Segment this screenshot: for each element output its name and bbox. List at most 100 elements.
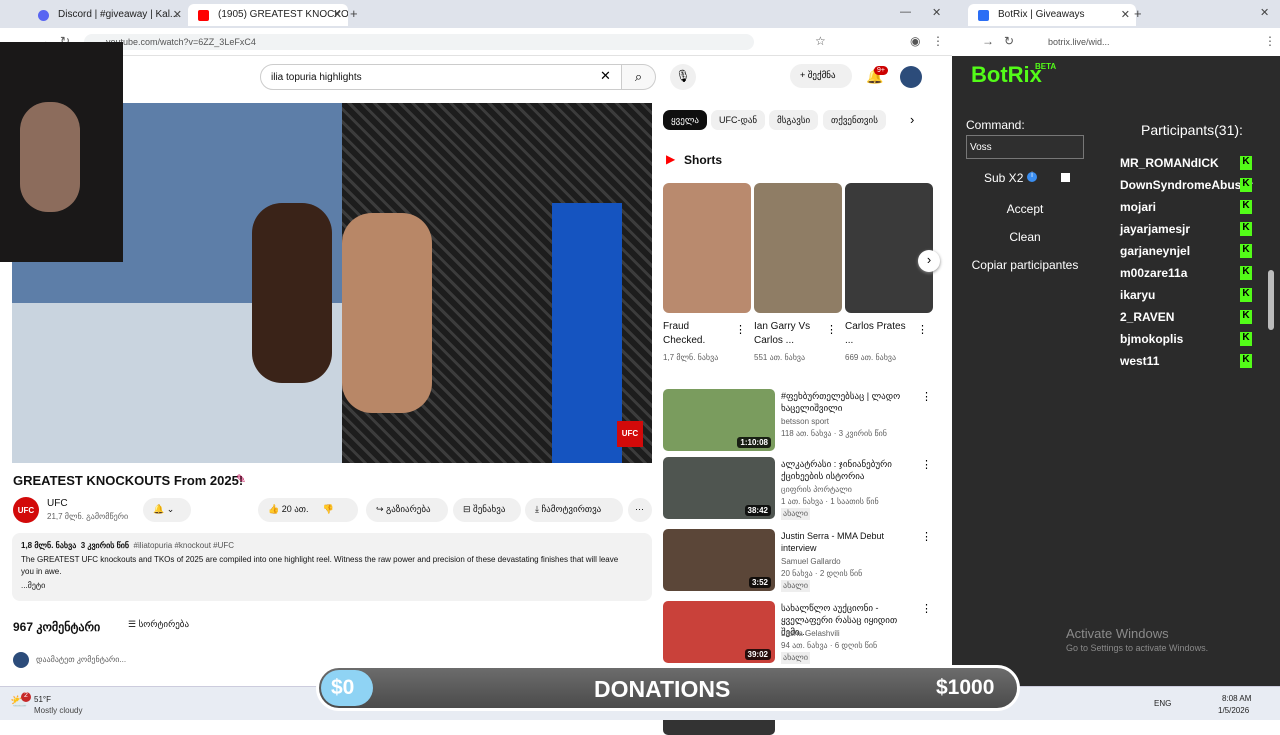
minimize-icon[interactable]: —	[900, 6, 911, 18]
new-tab-icon[interactable]: +	[1134, 6, 1142, 21]
profile-icon[interactable]: ◉	[910, 34, 920, 48]
chip-related[interactable]: მსგავსი	[769, 110, 819, 130]
comments-count: 967 კომენტარი	[13, 620, 101, 634]
more-options-icon[interactable]: ⋮	[921, 458, 932, 471]
related-title[interactable]: #ფეხბურთელებსაც | ლადო ხაცელიშვილი	[781, 390, 916, 414]
close-window-icon[interactable]: ✕	[932, 6, 941, 19]
short-thumbnail[interactable]	[754, 183, 842, 313]
more-options-icon[interactable]: ⋮	[921, 602, 932, 615]
shorts-icon: ▶	[666, 152, 676, 166]
forward-icon[interactable]: →	[982, 34, 994, 48]
related-thumbnail[interactable]: 1:10:08	[663, 389, 775, 451]
related-title[interactable]: ალკატრასი : ჯინიანებური ქციხეების ისტორი…	[781, 458, 916, 482]
related-meta: 20 ნახვა · 2 დღის წინ	[781, 569, 863, 578]
chip-for-you[interactable]: თქვენთვის	[823, 110, 886, 130]
participant-name: west11	[1120, 354, 1160, 368]
search-input[interactable]: ilia topuria highlights	[260, 64, 622, 90]
channel-name[interactable]: UFC	[47, 498, 68, 509]
clear-search-icon[interactable]: ✕	[600, 68, 611, 84]
short-title[interactable]: Ian Garry Vs Carlos ...	[754, 320, 824, 348]
description-box[interactable]: 1,8 მლნ. ნახვა 3 კვირის წინ #iliatopuria…	[12, 533, 652, 601]
clock-date[interactable]: 1/5/2026	[1218, 706, 1249, 715]
weather-text: Mostly cloudy	[34, 706, 83, 715]
search-icon: ⌕	[634, 69, 643, 84]
related-channel[interactable]: Samuel Gallardo	[781, 556, 841, 568]
more-options-icon[interactable]: ⋮	[826, 323, 837, 336]
save-button[interactable]: ⊟ შენახვა	[453, 498, 521, 522]
duration-badge: 3:52	[748, 577, 771, 588]
menu-icon[interactable]: ⋮	[1264, 34, 1276, 48]
download-button[interactable]: ⤓ ჩამოტვირთვა	[525, 498, 623, 522]
participant-row: MR_ROMANdICK K	[1120, 156, 1252, 174]
short-title[interactable]: Carlos Prates ...	[845, 320, 915, 348]
botrix-url[interactable]: botrix.live/wid...	[1048, 37, 1110, 47]
subscribe-bell-button[interactable]: 🔔 ⌄	[143, 498, 191, 522]
mic-icon[interactable]: 🎙	[670, 64, 696, 90]
close-window-icon[interactable]: ✕	[1260, 6, 1269, 19]
related-channel[interactable]: ციფრის პორტალი	[781, 484, 852, 496]
create-button[interactable]: + შექმნა	[790, 64, 852, 88]
sub-x2-checkbox[interactable]	[1061, 173, 1070, 182]
more-options-icon[interactable]: ⋮	[921, 390, 932, 403]
description-text: The GREATEST UFC knockouts and TKOs of 2…	[21, 555, 619, 576]
short-thumbnail[interactable]	[663, 183, 751, 313]
related-channel[interactable]: Lasha Gelashvili	[781, 628, 840, 640]
language-indicator[interactable]: ENG	[1154, 699, 1171, 708]
command-input[interactable]: Voss	[966, 135, 1084, 159]
chip-all[interactable]: ყველა	[663, 110, 707, 130]
copy-participants-button[interactable]: Copiar participantes	[966, 254, 1084, 276]
like-button[interactable]: 👍 20 ათ. 👎	[258, 498, 358, 522]
more-actions-icon[interactable]: ⋯	[628, 498, 652, 522]
url-field[interactable]: youtube.com/watch?v=6ZZ_3LeFxC4	[84, 34, 754, 50]
menu-icon[interactable]: ⋮	[932, 34, 944, 48]
participants-scrollbar[interactable]	[1268, 270, 1274, 330]
related-channel[interactable]: betsson sport	[781, 416, 829, 428]
tab-discord[interactable]: Discord | #giveaway | Kal... ✕	[28, 4, 188, 26]
search-button[interactable]: ⌕	[622, 64, 656, 90]
sort-button[interactable]: ☰ სორტირება	[128, 619, 189, 630]
more-options-icon[interactable]: ⋮	[921, 530, 932, 543]
related-thumbnail[interactable]: 3:52	[663, 529, 775, 591]
share-label: გაზიარება	[386, 504, 431, 514]
related-thumbnail[interactable]: 38:42	[663, 457, 775, 519]
reload-icon[interactable]: ↻	[1004, 34, 1014, 48]
streamer-figure	[20, 102, 80, 212]
new-tab-icon[interactable]: +	[350, 6, 358, 21]
more-options-icon[interactable]: ⋮	[917, 323, 928, 336]
tab-botrix[interactable]: BotRix | Giveaways ✕	[968, 4, 1136, 26]
close-icon[interactable]: ✕	[173, 8, 182, 21]
avatar[interactable]	[900, 66, 922, 88]
short-title[interactable]: Fraud Checked.	[663, 320, 733, 348]
short-views: 551 ათ. ნახვა	[754, 353, 806, 362]
chip-ufc[interactable]: UFC-დან	[711, 110, 766, 130]
related-title[interactable]: Justin Serra - MMA Debut interview	[781, 530, 916, 554]
add-comment-input[interactable]: დაამატეთ კომენტარი...	[36, 655, 126, 664]
webcam-overlay	[0, 42, 123, 262]
related-thumbnail[interactable]: 39:02	[663, 601, 775, 663]
channel-avatar[interactable]: UFC	[13, 497, 39, 523]
short-thumbnail[interactable]	[845, 183, 933, 313]
youtube-icon	[198, 10, 209, 21]
share-button[interactable]: ↪ გაზიარება	[366, 498, 448, 522]
show-more-link[interactable]: ...მეტი	[21, 581, 45, 590]
fighter-left	[252, 203, 332, 383]
tab-youtube[interactable]: (1905) GREATEST KNOCKOUT...✕	[188, 4, 348, 26]
chevron-right-icon[interactable]: ›	[910, 112, 914, 127]
youtube-header: ilia topuria highlights ✕ ⌕ 🎙 + შექმნა 🔔…	[0, 56, 952, 100]
more-options-icon[interactable]: ⋮	[735, 323, 746, 336]
info-icon[interactable]: i	[1027, 172, 1037, 182]
accept-button[interactable]: Accept	[966, 198, 1084, 220]
clean-button[interactable]: Clean	[966, 226, 1084, 248]
star-icon[interactable]: ☆	[815, 34, 826, 48]
hashtags[interactable]: #iliatopuria #knockout #UFC	[134, 541, 235, 550]
thumbs-down-icon[interactable]: 👎	[323, 504, 334, 514]
shorts-next-icon[interactable]: ›	[918, 250, 940, 272]
clock-time[interactable]: 8:08 AM	[1222, 694, 1251, 703]
donation-overlay: $0 DONATIONS $1000	[316, 665, 1020, 711]
kick-icon: K	[1240, 244, 1252, 258]
close-icon[interactable]: ✕	[333, 8, 342, 21]
sort-label: სორტირება	[138, 619, 190, 629]
related-meta: 118 ათ. ნახვა · 3 კვირის წინ	[781, 429, 887, 438]
close-icon[interactable]: ✕	[1121, 8, 1130, 21]
kick-icon: K	[1240, 332, 1252, 346]
